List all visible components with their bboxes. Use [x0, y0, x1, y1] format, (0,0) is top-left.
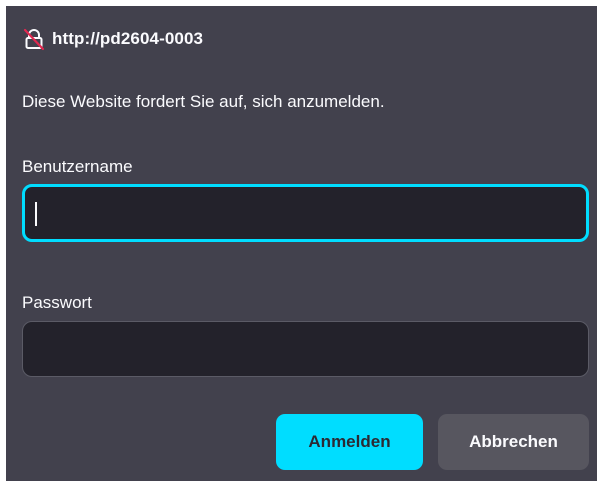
text-caret: [35, 202, 37, 226]
username-input[interactable]: [22, 184, 589, 242]
login-button[interactable]: Anmelden: [276, 414, 423, 470]
password-label: Passwort: [22, 293, 92, 312]
login-dialog: http://pd2604-0003 Diese Website fordert…: [6, 6, 597, 481]
login-prompt-message: Diese Website fordert Sie auf, sich anzu…: [22, 92, 385, 111]
username-label: Benutzername: [22, 157, 133, 176]
password-input[interactable]: [22, 321, 589, 377]
insecure-lock-icon: [22, 27, 46, 51]
cancel-button[interactable]: Abbrechen: [438, 414, 589, 470]
site-origin: http://pd2604-0003: [52, 29, 204, 48]
dialog-header: http://pd2604-0003: [22, 26, 203, 52]
